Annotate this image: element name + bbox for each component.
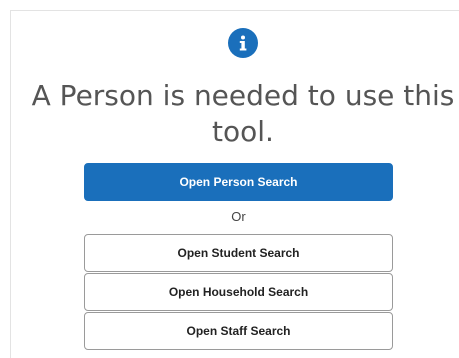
info-icon — [228, 28, 258, 58]
open-staff-search-button[interactable]: Open Staff Search — [84, 312, 393, 350]
open-student-search-button[interactable]: Open Student Search — [84, 234, 393, 272]
info-icon-glyph — [239, 35, 247, 51]
open-person-search-button[interactable]: Open Person Search — [84, 163, 393, 201]
person-required-message: A Person is needed to use this tool. — [31, 79, 455, 148]
or-separator: Or — [231, 209, 246, 224]
open-household-search-button[interactable]: Open Household Search — [84, 273, 393, 311]
